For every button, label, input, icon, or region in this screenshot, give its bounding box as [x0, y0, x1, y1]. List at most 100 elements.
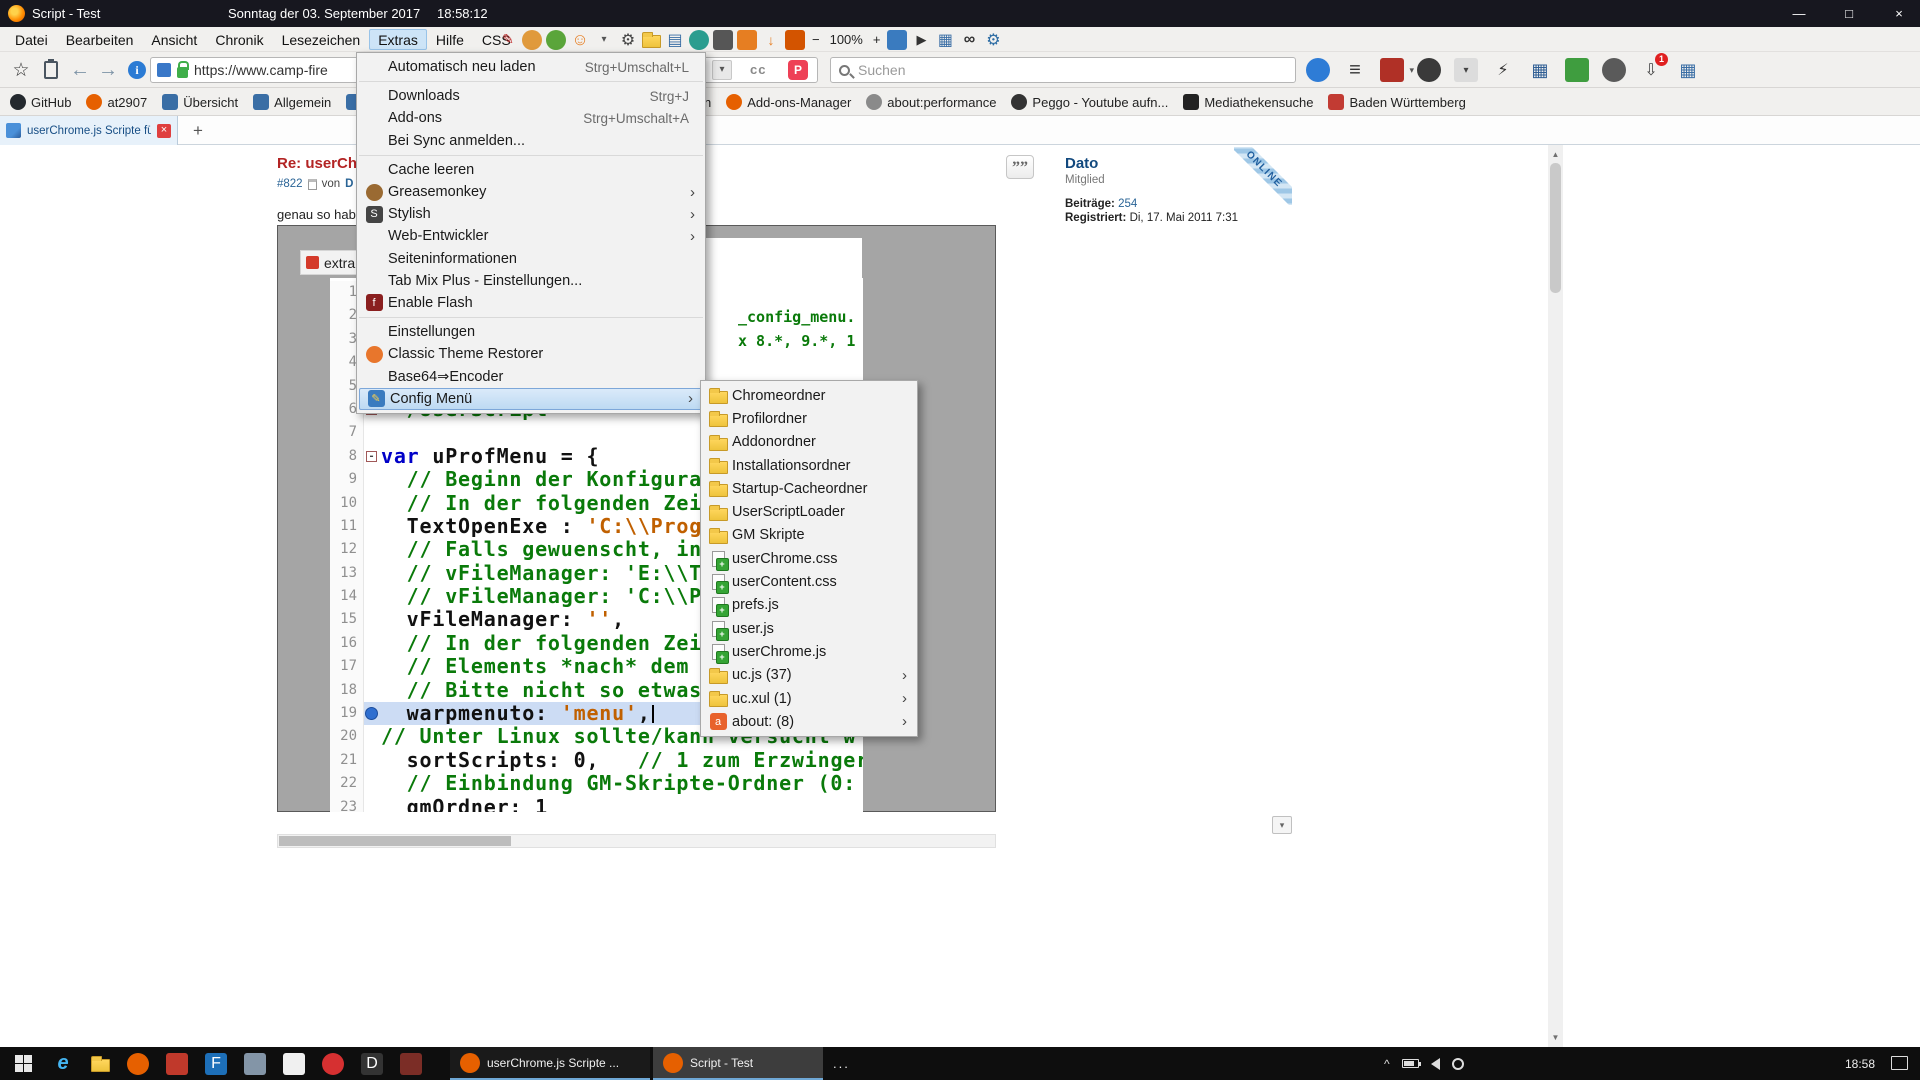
back-button[interactable]: ← [66, 52, 94, 88]
bookmark-baden-württemberg[interactable]: Baden Württemberg [1328, 94, 1465, 110]
red-app-icon[interactable] [166, 1053, 188, 1075]
extras-menu-item-classic-theme-restorer[interactable]: Classic Theme Restorer [357, 343, 705, 365]
new-tab-button[interactable]: + [186, 119, 210, 142]
vertical-scrollbar[interactable]: ▲ ▼ [1548, 145, 1563, 1047]
table-icon[interactable]: ▦ [1676, 58, 1700, 82]
menubar-lesezeichen[interactable]: Lesezeichen [273, 29, 370, 50]
clipboard-icon[interactable] [38, 52, 64, 88]
scroll-up-icon[interactable]: ▲ [1548, 147, 1563, 162]
gear-icon[interactable]: ⚙ [618, 30, 638, 50]
edge-icon[interactable]: e [52, 1053, 74, 1075]
play-icon[interactable]: ▶ [911, 30, 931, 50]
extras-menu-item-base64-encoder[interactable]: Base64⇒Encoder [357, 365, 705, 387]
extras-menu-item-cache-leeren[interactable]: Cache leeren [357, 159, 705, 181]
extras-menu-item-web-entwickler[interactable]: Web-Entwickler› [357, 225, 705, 247]
config-submenu-item-uc-js-37[interactable]: uc.js (37)› [701, 664, 917, 687]
bell-icon[interactable] [1602, 58, 1626, 82]
config-submenu-item-startup-cacheordner[interactable]: Startup-Cacheordner [701, 477, 917, 500]
extras-menu-item-bei-sync-anmelden[interactable]: Bei Sync anmelden... [357, 130, 705, 152]
extras-menu-item-downloads[interactable]: DownloadsStrg+J [357, 85, 705, 107]
forward-button[interactable]: → [94, 52, 122, 88]
taskbar-overflow[interactable]: ... [833, 1056, 850, 1071]
pepper-icon[interactable] [785, 30, 805, 50]
config-submenu-item-uc-xul-1[interactable]: uc.xul (1)› [701, 687, 917, 710]
config-submenu-item-profilordner[interactable]: Profilordner [701, 407, 917, 430]
config-submenu-item-usercontent-css[interactable]: userContent.css [701, 570, 917, 593]
menubar-datei[interactable]: Datei [6, 29, 57, 50]
bookmark-add-ons-manager[interactable]: Add-ons-Manager [726, 94, 851, 110]
restore-button[interactable]: □ [1840, 6, 1858, 21]
urlbar-dropdown-icon[interactable]: ▾ [712, 60, 732, 80]
red-circle-app-icon[interactable] [322, 1053, 344, 1075]
gray-dropdown-button[interactable]: ▾ [1454, 58, 1478, 82]
config-submenu-item-userscriptloader[interactable]: UserScriptLoader [701, 500, 917, 523]
image-grid-icon[interactable]: ▦ [935, 30, 955, 50]
horizontal-scrollbar[interactable] [277, 834, 996, 848]
session-manager-icon[interactable] [1565, 58, 1589, 82]
config-submenu-item-installationsordner[interactable]: Installationsordner [701, 454, 917, 477]
services-gear-icon[interactable]: ⚙ [983, 30, 1003, 50]
taskbar-button-userchrome-js-scripte[interactable]: userChrome.js Scripte ... [450, 1047, 650, 1080]
vertical-scrollbar-thumb[interactable] [1550, 163, 1561, 293]
hamburger-menu-icon[interactable]: ≡ [1343, 58, 1367, 82]
globe-icon[interactable] [1306, 58, 1330, 82]
bookmark-github[interactable]: GitHub [10, 94, 71, 110]
extras-menu-item-config-menü[interactable]: ✎Config Menü› [359, 388, 703, 410]
extras-menu-item-tab-mix-plus-einstellungen[interactable]: Tab Mix Plus - Einstellungen... [357, 270, 705, 292]
scroll-down-icon[interactable]: ▼ [1548, 1030, 1563, 1045]
zoom-level-label[interactable]: 100% [827, 32, 866, 47]
caret-icon[interactable]: ▾ [594, 30, 614, 50]
bookmark-übersicht[interactable]: Übersicht [162, 94, 238, 110]
f-app-icon[interactable]: F [205, 1053, 227, 1075]
posts-count-link[interactable]: 254 [1118, 198, 1137, 210]
folder-icon[interactable] [642, 35, 661, 48]
firefox-taskbar-icon[interactable] [127, 1053, 149, 1075]
bookmark-mediathekensuche[interactable]: Mediathekensuche [1183, 94, 1313, 110]
menubar-chronik[interactable]: Chronik [206, 29, 272, 50]
down-arrow-icon[interactable]: ↓ [761, 30, 781, 50]
addon-icon[interactable] [546, 30, 566, 50]
volume-icon[interactable] [1431, 1058, 1440, 1070]
theme-button[interactable]: ▾ [1380, 58, 1404, 82]
quote-button[interactable]: ”” [1006, 155, 1034, 179]
tab-close-icon[interactable]: × [157, 124, 171, 138]
teal-app-icon[interactable] [689, 30, 709, 50]
menubar-extras[interactable]: Extras [369, 29, 427, 50]
minimize-button[interactable]: — [1790, 6, 1808, 21]
bookmark-allgemein[interactable]: Allgemein [253, 94, 331, 110]
menubar-bearbeiten[interactable]: Bearbeiten [57, 29, 143, 50]
menubar-hilfe[interactable]: Hilfe [427, 29, 473, 50]
menubar-ansicht[interactable]: Ansicht [142, 29, 206, 50]
taskbar-button-script-test[interactable]: Script - Test [653, 1047, 823, 1080]
extras-menu-item-automatisch-neu-laden[interactable]: Automatisch neu ladenStrg+Umschalt+L [357, 56, 705, 78]
maroon-app-icon[interactable] [400, 1053, 422, 1075]
close-button[interactable]: × [1890, 6, 1908, 21]
config-submenu-item-about-8[interactable]: aabout: (8)› [701, 710, 917, 733]
action-center-icon[interactable] [1891, 1056, 1908, 1070]
bookmark-peggo-youtube-aufn[interactable]: Peggo - Youtube aufn... [1011, 94, 1168, 110]
config-submenu-item-userchrome-css[interactable]: userChrome.css [701, 547, 917, 570]
dark-app-icon[interactable]: D [361, 1053, 383, 1075]
bookmark-at2907[interactable]: at2907 [86, 94, 147, 110]
config-submenu-item-user-js[interactable]: user.js [701, 617, 917, 640]
tab-userchrome-scripte[interactable]: userChrome.js Scripte für den F × [0, 116, 178, 145]
battery-icon[interactable] [1402, 1059, 1419, 1068]
post-author-link[interactable]: D [345, 178, 353, 190]
taskbar-clock[interactable]: 18:58 [1845, 1057, 1875, 1071]
edit-pencil-icon[interactable]: ✎ [498, 30, 518, 50]
search-box[interactable]: Suchen [830, 57, 1296, 83]
cc-icon[interactable]: cc [750, 62, 766, 77]
orange-app-icon[interactable] [737, 30, 757, 50]
config-submenu-item-chromeordner[interactable]: Chromeordner [701, 384, 917, 407]
palette-icon[interactable] [522, 30, 542, 50]
extras-menu-item-enable-flash[interactable]: fEnable Flash [357, 292, 705, 314]
horizontal-scrollbar-thumb[interactable] [279, 836, 511, 846]
pocket-icon[interactable]: P [788, 60, 808, 80]
notepad-icon[interactable] [283, 1053, 305, 1075]
blue-app-icon[interactable] [887, 30, 907, 50]
gray-app-icon[interactable] [244, 1053, 266, 1075]
config-submenu-item-prefs-js[interactable]: prefs.js [701, 594, 917, 617]
info-button[interactable]: i [124, 52, 150, 88]
zoom-out-button[interactable]: − [809, 32, 823, 47]
config-submenu-item-addonordner[interactable]: Addonordner [701, 431, 917, 454]
